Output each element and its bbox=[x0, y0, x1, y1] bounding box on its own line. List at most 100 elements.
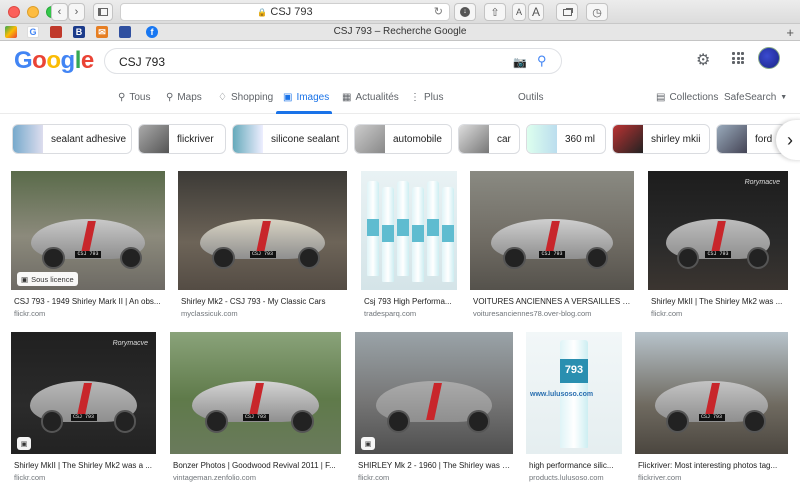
car-wheel bbox=[503, 246, 526, 270]
related-chip[interactable]: 360 ml bbox=[526, 124, 606, 154]
related-chip[interactable]: shirley mkii bbox=[612, 124, 710, 154]
result-thumbnail[interactable]: ▣ bbox=[355, 332, 513, 454]
image-icon: ▣ bbox=[20, 440, 28, 448]
google-logo[interactable]: Google bbox=[14, 47, 94, 75]
collections-button[interactable]: ▤ Collections bbox=[656, 92, 718, 103]
downloads-button[interactable]: ↓ bbox=[454, 3, 476, 21]
image-result[interactable]: CSJ 793 Bonzer Photos | Goodwood Revival … bbox=[170, 332, 341, 488]
logo-letter: G bbox=[14, 47, 33, 74]
result-thumbnail[interactable]: CSJ 793 ▣ Sous licence bbox=[11, 171, 165, 290]
tools-label: Outils bbox=[518, 92, 544, 103]
tabs-overview-button[interactable] bbox=[556, 3, 578, 21]
reload-icon[interactable]: ↻ bbox=[434, 5, 443, 18]
tab-images[interactable]: ▣ Images bbox=[283, 92, 329, 103]
search-icon[interactable]: ⚲ bbox=[537, 53, 547, 69]
result-thumbnail[interactable]: CSJ 793 bbox=[470, 171, 634, 290]
font-small-label: A bbox=[515, 7, 522, 17]
search-input[interactable]: CSJ 793 bbox=[119, 55, 165, 69]
collections-icon: ▤ bbox=[656, 92, 666, 103]
chip-label: 360 ml bbox=[565, 133, 596, 145]
camera-icon[interactable]: 📷 bbox=[513, 56, 527, 69]
result-caption[interactable]: high performance silic... bbox=[529, 461, 621, 470]
result-caption[interactable]: Flickriver: Most interesting photos tag.… bbox=[638, 461, 787, 470]
license-badge[interactable]: ▣ bbox=[17, 437, 31, 450]
result-caption[interactable]: CSJ 793 - 1949 Shirley Mark II | An obs.… bbox=[14, 297, 164, 306]
related-chip[interactable]: sealant adhesive bbox=[12, 124, 132, 154]
related-chip[interactable]: car bbox=[458, 124, 520, 154]
logo-letter: o bbox=[46, 47, 61, 74]
tab-actualites[interactable]: ▦ Actualités bbox=[342, 92, 399, 103]
minimize-window-button[interactable] bbox=[27, 6, 39, 18]
result-thumbnail[interactable]: CSJ 793 bbox=[178, 171, 347, 290]
tab-plus[interactable]: ⋮ Plus bbox=[410, 92, 443, 103]
result-source: voituresanciennes78.over-blog.com bbox=[473, 309, 592, 318]
tab-label: Shopping bbox=[230, 92, 274, 103]
tube-label: 793 bbox=[564, 363, 584, 376]
image-result[interactable]: Csj 793 High Performa... tradesparq.com bbox=[361, 171, 457, 324]
license-plate: CSJ 793 bbox=[698, 413, 725, 421]
font-smaller-button[interactable]: A bbox=[512, 3, 526, 21]
license-plate: CSJ 793 bbox=[70, 413, 97, 421]
history-button[interactable]: ◷ bbox=[586, 3, 608, 21]
tube-label-band bbox=[412, 225, 424, 243]
result-thumbnail[interactable]: CSJ 793 Rorymacve ▣ bbox=[11, 332, 156, 454]
image-result[interactable]: CSJ 793 Shirley Mk2 - CSJ 793 - My Classi… bbox=[178, 171, 347, 324]
tab-label: Maps bbox=[177, 92, 202, 103]
license-badge[interactable]: ▣ Sous licence bbox=[17, 272, 78, 286]
safesearch-label: SafeSearch bbox=[724, 92, 777, 103]
facebook-favicon-icon[interactable]: f bbox=[146, 26, 158, 38]
red-shield-favicon-icon[interactable] bbox=[50, 26, 62, 38]
forward-button[interactable]: › bbox=[68, 3, 85, 21]
license-badge[interactable]: ▣ bbox=[361, 437, 375, 450]
sidebar-toggle-button[interactable] bbox=[93, 3, 113, 21]
result-thumbnail[interactable]: CSJ 793 bbox=[635, 332, 788, 454]
avatar[interactable] bbox=[758, 47, 780, 69]
new-tab-icon[interactable]: + bbox=[786, 25, 794, 40]
result-thumbnail[interactable] bbox=[361, 171, 457, 290]
result-caption[interactable]: Bonzer Photos | Goodwood Revival 2011 | … bbox=[173, 461, 340, 470]
image-result[interactable]: 793 www.lulusoso.com high performance sili… bbox=[526, 332, 622, 488]
address-text: CSJ 793 bbox=[270, 6, 313, 18]
result-thumbnail[interactable]: 793 www.lulusoso.com bbox=[526, 332, 622, 454]
mail-favicon-icon[interactable]: ✉ bbox=[96, 26, 108, 38]
back-button[interactable]: ‹ bbox=[51, 3, 68, 21]
maps-favicon-icon[interactable] bbox=[5, 26, 17, 38]
image-result[interactable]: CSJ 793 VOITURES ANCIENNES A VERSAILLES -… bbox=[470, 171, 634, 324]
google-favicon-icon[interactable]: G bbox=[27, 26, 39, 38]
chip-thumbnail bbox=[527, 125, 557, 153]
result-caption[interactable]: VOITURES ANCIENNES A VERSAILLES - L'A... bbox=[473, 297, 633, 306]
address-bar[interactable]: 🔒 CSJ 793 ↻ bbox=[120, 3, 450, 21]
close-window-button[interactable] bbox=[8, 6, 20, 18]
booking-favicon-icon[interactable]: B bbox=[73, 26, 85, 38]
related-chip[interactable]: silicone sealant bbox=[232, 124, 348, 154]
result-caption[interactable]: SHIRLEY Mk 2 - 1960 | The Shirley was s.… bbox=[358, 461, 512, 470]
result-caption[interactable]: Shirley MkII | The Shirley Mk2 was ... bbox=[651, 297, 787, 306]
result-caption[interactable]: Shirley MkII | The Shirley Mk2 was a ... bbox=[14, 461, 155, 470]
tab-maps[interactable]: ⚲ Maps bbox=[166, 92, 202, 103]
search-box[interactable]: CSJ 793 📷 ⚲ bbox=[104, 48, 562, 74]
share-button[interactable]: ⇧ bbox=[484, 3, 506, 21]
image-result[interactable]: CSJ 793 ▣ Sous licence CSJ 793 - 1949 Shirl… bbox=[11, 171, 165, 324]
result-thumbnail[interactable]: CSJ 793 bbox=[170, 332, 341, 454]
result-source: flickr.com bbox=[358, 473, 390, 482]
result-thumbnail[interactable]: CSJ 793 Rorymacve bbox=[648, 171, 788, 290]
related-chip[interactable]: flickriver bbox=[138, 124, 226, 154]
gear-icon[interactable]: ⚙ bbox=[696, 50, 710, 70]
apps-grid-icon[interactable] bbox=[732, 52, 744, 64]
result-source: flickr.com bbox=[14, 473, 46, 482]
safesearch-button[interactable]: SafeSearch ▼ bbox=[724, 92, 787, 103]
chip-thumbnail bbox=[139, 125, 169, 153]
result-caption[interactable]: Shirley Mk2 - CSJ 793 - My Classic Cars bbox=[181, 297, 346, 306]
image-result[interactable]: ▣ SHIRLEY Mk 2 - 1960 | The Shirley was s… bbox=[355, 332, 513, 488]
related-chip[interactable]: automobile bbox=[354, 124, 452, 154]
tools-button[interactable]: Outils bbox=[518, 92, 544, 103]
font-larger-button[interactable]: A bbox=[528, 3, 544, 21]
image-result[interactable]: CSJ 793 Rorymacve ▣ Shirley MkII | The Shir… bbox=[11, 332, 156, 488]
tab-tous[interactable]: ⚲ Tous bbox=[118, 92, 150, 103]
tab-shopping[interactable]: ♢ Shopping bbox=[218, 92, 273, 103]
car-wheel bbox=[40, 409, 64, 433]
image-result[interactable]: CSJ 793 Flickriver: Most interesting phot… bbox=[635, 332, 788, 488]
image-result[interactable]: CSJ 793 Rorymacve Shirley MkII | The Shirl… bbox=[648, 171, 788, 324]
blue-favicon-icon[interactable] bbox=[119, 26, 131, 38]
result-caption[interactable]: Csj 793 High Performa... bbox=[364, 297, 456, 306]
